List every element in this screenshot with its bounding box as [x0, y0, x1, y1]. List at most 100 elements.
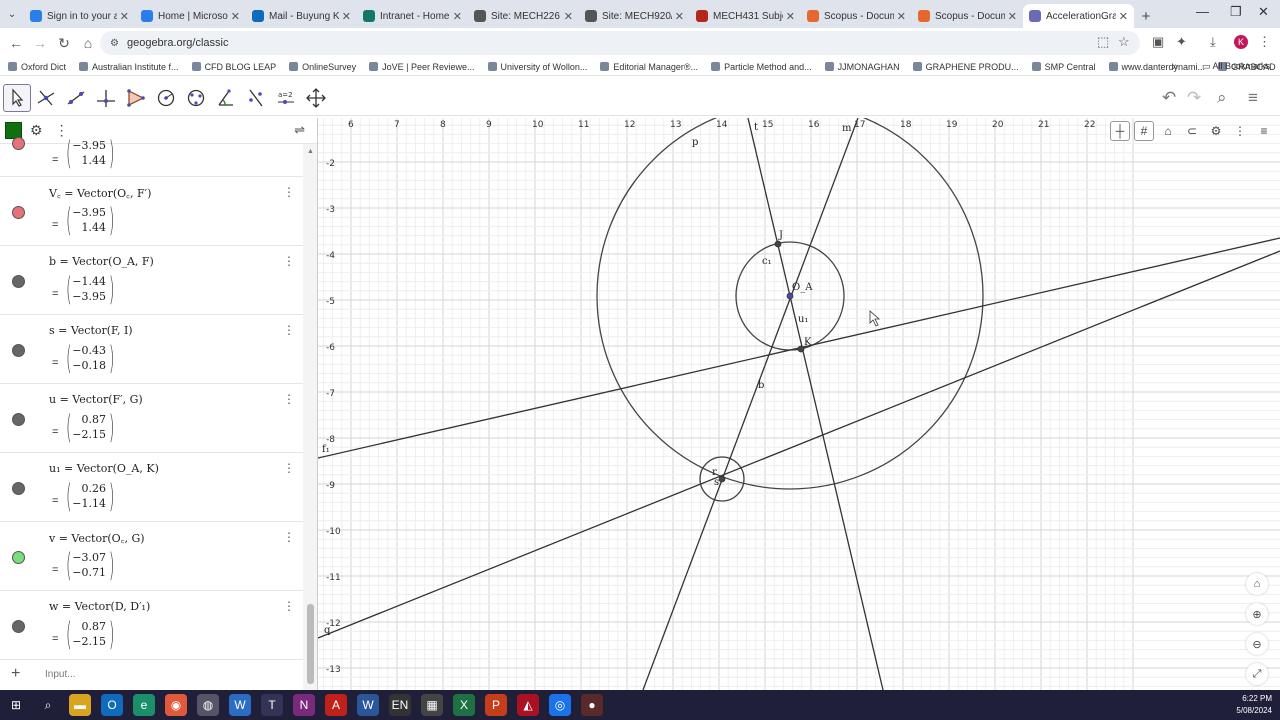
browser-tab[interactable]: AccelerationGraph✕ [1023, 4, 1134, 28]
calculator-icon[interactable]: ▦ [421, 694, 443, 716]
language-icon[interactable]: EN [389, 694, 411, 716]
point-capture-icon[interactable]: ⊂ [1182, 121, 1202, 141]
minimize-icon[interactable]: — [1196, 4, 1209, 19]
algebra-description-toggle-icon[interactable]: ⇌ [294, 122, 305, 138]
visibility-marble[interactable] [12, 482, 25, 495]
teams-icon[interactable]: T [261, 694, 283, 716]
bookmark-item[interactable]: CFD BLOG LEAP [191, 62, 276, 72]
browser-tab[interactable]: Scopus - Docume✕ [801, 4, 912, 28]
bookmark-item[interactable]: Australian Institute f... [79, 62, 179, 72]
tab-close-icon[interactable]: ✕ [675, 10, 684, 23]
algebra-item[interactable]: b = Vector(O_A, F) ⋮ =(−1.44 −3.95) [0, 246, 303, 315]
search-icon[interactable]: ⌕ [1217, 88, 1227, 108]
algebra-item[interactable]: w = Vector(D, D′₁) ⋮ =(0.87 −2.15) [0, 591, 303, 660]
zoom-in-icon[interactable]: ⊕ [1246, 603, 1268, 625]
style-bar-toggle-icon[interactable]: ≡ [1254, 121, 1274, 141]
forward-icon[interactable]: → [28, 35, 52, 51]
onenote-icon[interactable]: N [293, 694, 315, 716]
site-info-icon[interactable]: ⚙ [110, 38, 119, 49]
visibility-marble[interactable] [12, 551, 25, 564]
tab-groups-icon[interactable]: ▣ [1152, 34, 1164, 50]
install-icon[interactable]: ⬚ [1097, 34, 1109, 50]
tab-close-icon[interactable]: ✕ [1008, 10, 1017, 23]
redo-icon[interactable]: ↷ [1187, 88, 1201, 108]
algebra-item[interactable]: s = Vector(F, I) ⋮ =(−0.43 −0.18) [0, 315, 303, 384]
browser-tab[interactable]: Sign in to your ac ✕ [24, 4, 135, 28]
conic-tool-icon[interactable] [182, 84, 210, 112]
graphics-view[interactable]: -2 -3 -4 -5 -6 -7 -8 -9 -10 -11 -12 -13 6 7 8 9 10 11 12 13… [318, 118, 1280, 690]
reload-icon[interactable]: ↻ [52, 35, 76, 52]
line-tool-icon[interactable] [62, 84, 90, 112]
taskbar-search-icon[interactable]: ⌕ [37, 694, 59, 716]
browser-menu-icon[interactable]: ⋮ [1258, 34, 1271, 50]
bookmark-item[interactable]: www.danterdynami... [1108, 62, 1205, 72]
chrome-icon[interactable]: ◎ [549, 694, 571, 716]
tab-close-icon[interactable]: ✕ [786, 10, 795, 23]
window-close-icon[interactable]: ✕ [1258, 4, 1269, 20]
bookmarks-overflow-icon[interactable]: » [1172, 61, 1178, 73]
bookmark-item[interactable]: GRAPHENE PRODU... [912, 62, 1019, 72]
profile-avatar[interactable]: K [1234, 35, 1248, 49]
tab-close-icon[interactable]: ✕ [453, 10, 462, 23]
undo-icon[interactable]: ↶ [1162, 88, 1176, 108]
algebra-item-partial[interactable]: = ( −3.95 1.44 ) [0, 134, 303, 177]
browser-tab[interactable]: Intranet - Home ✕ [357, 4, 468, 28]
recorder-icon[interactable]: ● [581, 694, 603, 716]
tab-close-icon[interactable]: ✕ [231, 10, 240, 23]
standard-view-icon[interactable]: ⌂ [1158, 121, 1178, 141]
tab-close-icon[interactable]: ✕ [564, 10, 573, 23]
bookmark-item[interactable]: JJMONAGHAN [824, 62, 900, 72]
bookmark-item[interactable]: Particle Method and... [711, 62, 812, 72]
bookmark-item[interactable]: Editorial Manager®... [600, 62, 698, 72]
grid-toggle-icon[interactable]: # [1134, 121, 1154, 141]
axes-toggle-icon[interactable]: ┼ [1110, 121, 1130, 141]
add-icon[interactable]: + [11, 665, 20, 683]
home-icon[interactable]: ⌂ [76, 35, 100, 51]
graphics-canvas[interactable]: -2-3-4-5-6-7-8-9-10-11-12-136 7 8 9 10 11 12 13… [318, 118, 1280, 690]
tab-close-icon[interactable]: ✕ [897, 10, 906, 23]
algebra-scrollbar[interactable]: ▲ [303, 144, 317, 690]
tab-close-icon[interactable]: ✕ [120, 10, 129, 23]
slider-tool-icon[interactable]: a=2 [272, 84, 300, 112]
edge-icon[interactable]: e [133, 694, 155, 716]
bookmark-item[interactable]: JoVE | Peer Reviewe... [369, 62, 475, 72]
url-field[interactable]: ⚙ geogebra.org/classic [100, 31, 1140, 55]
circle-tool-icon[interactable] [152, 84, 180, 112]
visibility-marble[interactable] [12, 275, 25, 288]
item-menu-icon[interactable]: ⋮ [283, 323, 295, 337]
item-menu-icon[interactable]: ⋮ [283, 530, 295, 544]
visibility-marble[interactable] [12, 620, 25, 633]
scrollbar-thumb[interactable] [307, 604, 314, 684]
item-menu-icon[interactable]: ⋮ [283, 392, 295, 406]
item-menu-icon[interactable]: ⋮ [283, 185, 295, 199]
bookmark-item[interactable]: University of Wollon... [487, 62, 587, 72]
algebra-item[interactable]: u₁ = Vector(O_A, K) ⋮ =(0.26 −1.14) [0, 453, 303, 522]
browser-tab[interactable]: Scopus - Docume✕ [912, 4, 1023, 28]
excel-icon[interactable]: X [453, 694, 475, 716]
perpendicular-tool-icon[interactable] [92, 84, 120, 112]
outlook-icon[interactable]: O [101, 694, 123, 716]
browser-tab[interactable]: Site: MECH920/M✕ [579, 4, 690, 28]
visibility-marble[interactable] [12, 413, 25, 426]
point-tool-icon[interactable] [32, 84, 60, 112]
restore-icon[interactable]: ❐ [1230, 4, 1242, 20]
algebra-item[interactable]: V꜀ = Vector(O꜀, F′) ⋮ =(−3.95 1.44) [0, 177, 303, 246]
scroll-up-icon[interactable]: ▲ [307, 148, 314, 155]
visibility-marble[interactable] [12, 137, 25, 150]
browser-tab[interactable]: Site: MECH226 (S✕ [468, 4, 579, 28]
graphics-menu-icon[interactable]: ⋮ [1230, 121, 1250, 141]
item-menu-icon[interactable]: ⋮ [283, 599, 295, 613]
reflect-tool-icon[interactable] [242, 84, 270, 112]
algebra-input-row[interactable]: + Input... [0, 659, 303, 690]
start-icon[interactable]: ⊞ [5, 694, 27, 716]
wordpad-icon[interactable]: W [229, 694, 251, 716]
algebra-item[interactable]: u = Vector(F′, G) ⋮ =(0.87 −2.15) [0, 384, 303, 453]
graphics-settings-icon[interactable]: ⚙ [1206, 121, 1226, 141]
word-icon[interactable]: W [357, 694, 379, 716]
matlab-icon[interactable]: ◭ [517, 694, 539, 716]
item-menu-icon[interactable]: ⋮ [283, 254, 295, 268]
tab-close-icon[interactable]: ✕ [342, 10, 351, 23]
new-tab-icon[interactable]: + [1134, 4, 1158, 28]
powerpoint-icon[interactable]: P [485, 694, 507, 716]
bookmark-item[interactable]: OnlineSurvey [289, 62, 356, 72]
